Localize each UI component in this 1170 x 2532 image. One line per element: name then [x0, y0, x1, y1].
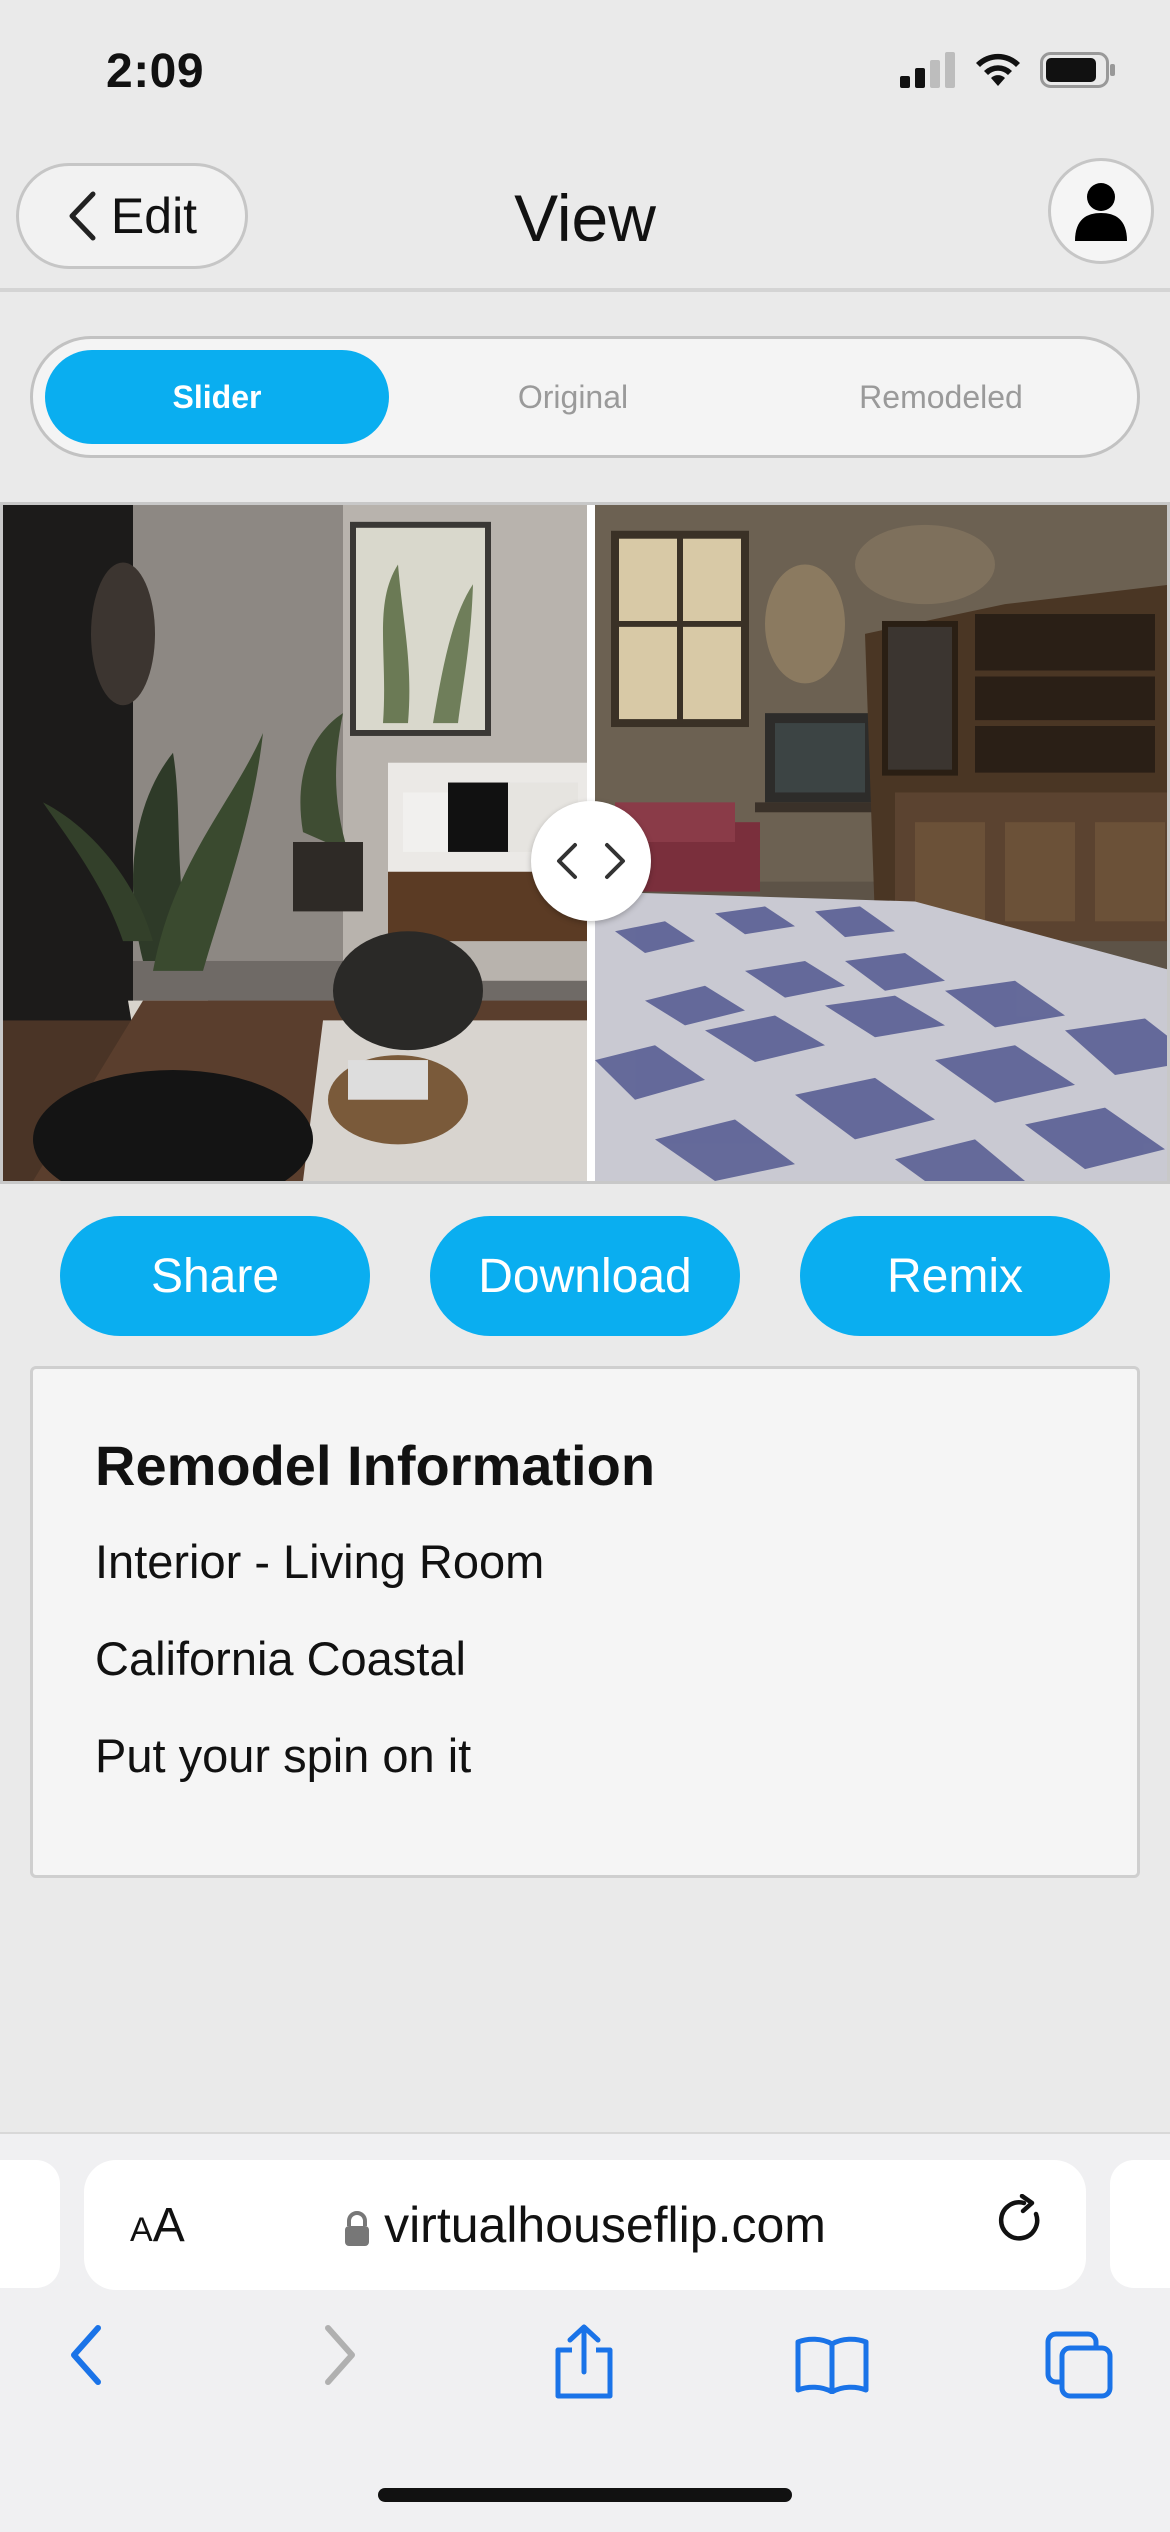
remix-button[interactable]: Remix: [800, 1216, 1110, 1336]
status-bar: 2:09: [0, 0, 1170, 150]
remodel-info-title: Remodel Information: [95, 1434, 656, 1497]
remodeled-room-image: [3, 505, 591, 1181]
share-button[interactable]: Share: [60, 1216, 370, 1336]
battery-icon: [1040, 52, 1115, 88]
tabs-icon[interactable]: [1044, 2330, 1114, 2400]
remodel-style: California Coastal: [95, 1632, 466, 1685]
browser-address-area: AA virtualhouseflip.com: [0, 2132, 1170, 2292]
profile-button[interactable]: [1048, 158, 1154, 264]
url-text: virtualhouseflip.com: [384, 2197, 826, 2253]
remodel-prompt: Put your spin on it: [95, 1729, 472, 1782]
back-icon[interactable]: [66, 2322, 106, 2388]
action-buttons: Share Download Remix: [0, 1216, 1170, 1338]
original-room-image: [595, 505, 1167, 1181]
segment-remodeled[interactable]: Remodeled: [757, 350, 1125, 444]
status-icons: [900, 52, 1116, 88]
address-bar[interactable]: AA virtualhouseflip.com: [84, 2160, 1086, 2290]
next-tab-peek[interactable]: [1110, 2160, 1170, 2288]
download-button[interactable]: Download: [430, 1216, 740, 1336]
before-after-compare[interactable]: [0, 502, 1170, 1184]
segment-slider[interactable]: Slider: [45, 350, 389, 444]
view-mode-segmented-control: Slider Original Remodeled: [30, 336, 1140, 458]
chevron-left-right-icon: [557, 843, 625, 879]
page-title: View: [514, 181, 656, 255]
url-field[interactable]: virtualhouseflip.com: [84, 2196, 1086, 2254]
forward-icon[interactable]: [320, 2322, 360, 2388]
previous-tab-peek[interactable]: [0, 2160, 60, 2288]
remodel-info-card: Remodel Information Interior - Living Ro…: [30, 1366, 1140, 1878]
home-indicator: [378, 2488, 792, 2502]
segment-original[interactable]: Original: [389, 350, 757, 444]
share-icon[interactable]: [552, 2324, 616, 2400]
lock-icon: [345, 2210, 370, 2246]
wifi-icon: [976, 53, 1020, 86]
cellular-signal-icon: [900, 52, 955, 88]
remodel-room-type: Interior - Living Room: [95, 1535, 545, 1588]
compare-slider-handle[interactable]: [531, 801, 651, 921]
user-avatar-icon: [1075, 183, 1127, 241]
status-time: 2:09: [106, 45, 205, 98]
app-header: Edit View: [0, 150, 1170, 292]
reload-icon[interactable]: [996, 2194, 1046, 2248]
bookmarks-icon[interactable]: [794, 2334, 870, 2394]
